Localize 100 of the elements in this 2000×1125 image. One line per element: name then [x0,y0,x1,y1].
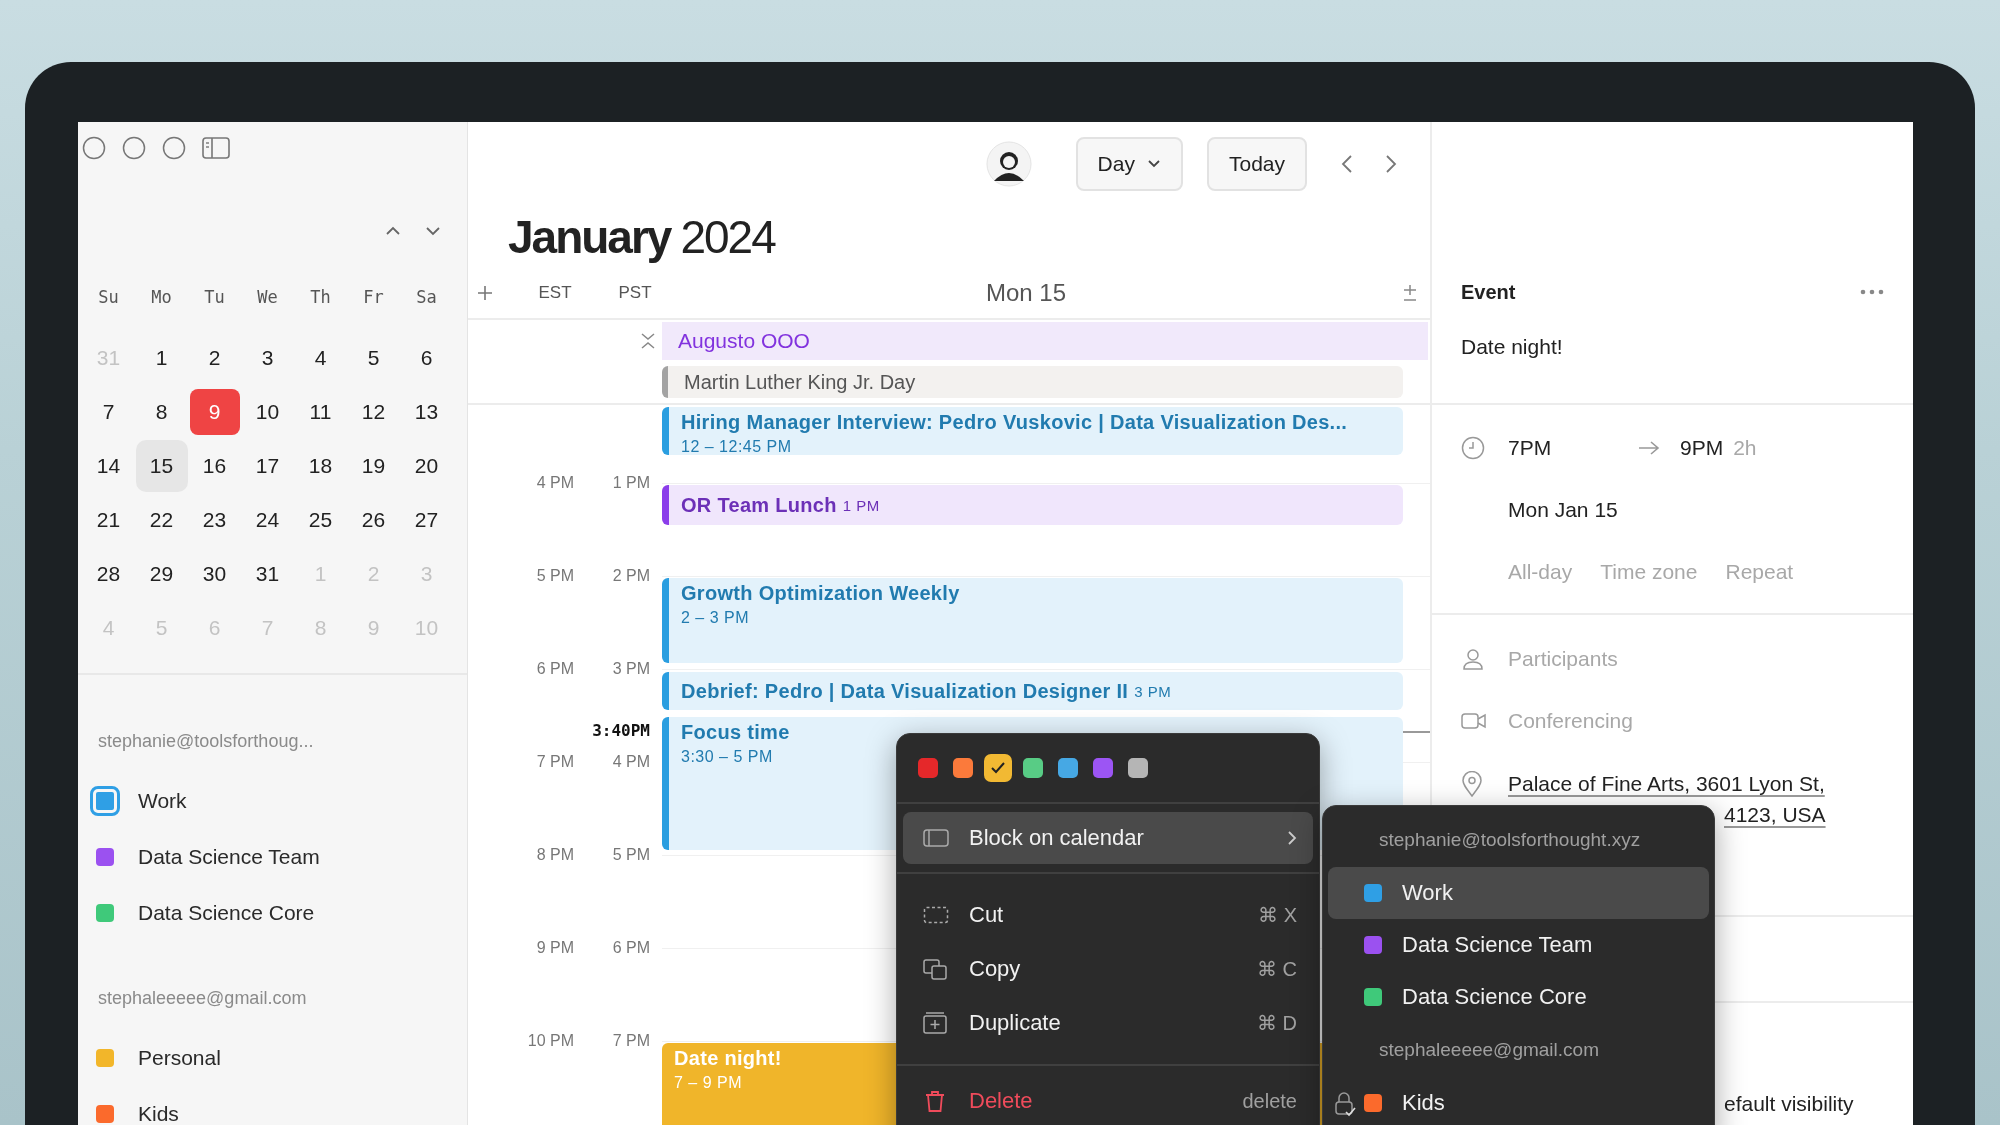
color-swatch[interactable] [984,754,1012,782]
video-camera-icon [1461,711,1487,731]
date-cell[interactable]: 13 [401,389,452,435]
account-email: stephaleeeee@gmail.com [98,987,307,1009]
date-cell[interactable]: 1 [136,335,187,381]
date-cell[interactable]: 7 [83,389,134,435]
date-cell[interactable]: 8 [136,389,187,435]
event-date[interactable]: Mon Jan 15 [1508,498,1618,522]
date-cell[interactable]: 18 [295,443,346,489]
date-cell[interactable]: 29 [136,551,187,597]
event-title: Hiring Manager Interview: Pedro Vuskovic | Data Visualization Des... [681,411,1348,434]
date-cell[interactable]: 28 [83,551,134,597]
date-cell[interactable]: 24 [242,497,293,543]
calendar-color-checkbox[interactable] [96,904,114,922]
color-swatch[interactable] [918,758,938,778]
current-time-label: 3:40PM [592,721,650,740]
weekday-label: Sa [416,287,437,307]
collapse-icon[interactable] [640,332,656,350]
next-icon[interactable] [1385,154,1397,174]
color-swatch[interactable] [1023,758,1043,778]
date-cell[interactable]: 31 [242,551,293,597]
calendar-menu-item[interactable]: Data Science Team [1328,919,1709,971]
event-time: 2 – 3 PM [681,609,751,627]
today-button[interactable]: Today [1206,137,1307,191]
window-control-icon[interactable] [122,136,146,160]
date-cell[interactable]: 3 [242,335,293,381]
chevron-down-icon [1146,159,1161,169]
date-cell[interactable]: 17 [242,443,293,489]
date-cell[interactable]: 12 [348,389,399,435]
event-title-field[interactable]: Date night! [1461,335,1563,359]
hour-label: 4 PM [612,752,650,772]
date-cell[interactable]: 21 [83,497,134,543]
date-cell[interactable]: 22 [136,497,187,543]
hour-label: 2 PM [612,566,650,586]
more-icon[interactable] [1860,289,1884,295]
view-dropdown[interactable]: Day [1075,137,1183,191]
date-cell[interactable]: 11 [295,389,346,435]
chevron-down-icon[interactable] [425,226,441,236]
calendar-name[interactable]: Data Science Core [138,901,315,925]
location-link[interactable]: 4123, USA [1724,799,1913,830]
menu-item[interactable]: Copy ⌘ C [903,942,1313,996]
date-cell[interactable]: 2 [189,335,240,381]
calendar-event[interactable]: OR Team Lunch 1 PM [662,485,1403,525]
date-cell[interactable]: 5 [348,335,399,381]
sidebar-toggle-icon[interactable] [202,136,230,160]
calendar-name[interactable]: Kids [138,1102,179,1125]
calendar-color-checkbox[interactable] [96,1105,114,1123]
menu-item[interactable]: Duplicate ⌘ D [903,996,1313,1050]
date-cell[interactable]: 15 [135,440,188,492]
calendar-name[interactable]: Work [138,789,187,813]
arrow-right-icon [1638,440,1660,456]
hour-label: 7 PM [612,1031,650,1051]
date-cell[interactable]: 6 [401,335,452,381]
previous-icon[interactable] [1341,154,1353,174]
date-cell[interactable]: 23 [189,497,240,543]
plus-minus-icon[interactable] [1402,284,1418,302]
calendar-menu-item[interactable]: Kids [1328,1077,1709,1125]
calendar-color-checkbox[interactable] [96,848,114,866]
date-cell[interactable]: 9 [189,389,240,435]
date-cell[interactable]: 25 [295,497,346,543]
date-cell[interactable]: 30 [189,551,240,597]
date-cell[interactable]: 20 [401,443,452,489]
date-cell[interactable]: 10 [242,389,293,435]
calendar-menu-item[interactable]: Work [1328,867,1709,919]
date-cell[interactable]: 14 [83,443,134,489]
calendar-menu-item[interactable]: Data Science Core [1328,971,1709,1023]
all-day-event[interactable]: Augusto OOO [662,322,1428,360]
date-cell[interactable]: 27 [401,497,452,543]
location-pin-icon [1461,771,1483,797]
end-time[interactable]: 9PM [1680,436,1724,460]
calendar-name[interactable]: Personal [138,1046,221,1070]
color-swatch[interactable] [1058,758,1078,778]
color-swatch[interactable] [1093,758,1113,778]
menu-item[interactable]: Delete delete [903,1074,1313,1125]
submenu-item[interactable]: Block on calendar [903,812,1313,864]
calendar-color-checkbox[interactable] [96,1049,114,1067]
copy-icon [923,958,949,980]
chevron-up-icon[interactable] [385,226,401,236]
timezone-label: PST [618,283,652,303]
menu-item[interactable]: Cut ⌘ X [903,888,1313,942]
window-control-icon[interactable] [162,136,186,160]
color-swatch[interactable] [953,758,973,778]
calendar-event[interactable]: Debrief: Pedro | Data Visualization Designer II 3 PM [662,672,1403,710]
color-swatch[interactable] [1128,758,1148,778]
start-time[interactable]: 7PM [1508,436,1638,460]
calendar-event[interactable]: Growth Optimization Weekly 2 – 3 PM [662,578,1403,663]
add-icon[interactable] [477,285,493,301]
calendar-event[interactable]: Hiring Manager Interview: Pedro Vuskovic | Data Visualization Des... 12 – 12:45 PM [662,407,1403,455]
holiday-event[interactable]: Martin Luther King Jr. Day [662,366,1403,398]
avatar-icon[interactable] [985,141,1032,187]
date-cell[interactable]: 4 [295,335,346,381]
date-cell[interactable]: 26 [348,497,399,543]
panel-heading: Event [1461,280,1516,304]
event-title: Martin Luther King Jr. Day [684,370,916,394]
calendar-name[interactable]: Data Science Team [138,845,320,869]
date-cell[interactable]: 19 [348,443,399,489]
window-control-icon[interactable] [82,136,106,160]
date-cell[interactable]: 16 [189,443,240,489]
location-link[interactable]: Palace of Fine Arts, 3601 Lyon St, [1508,768,1913,799]
calendar-color-checkbox[interactable] [90,786,120,816]
